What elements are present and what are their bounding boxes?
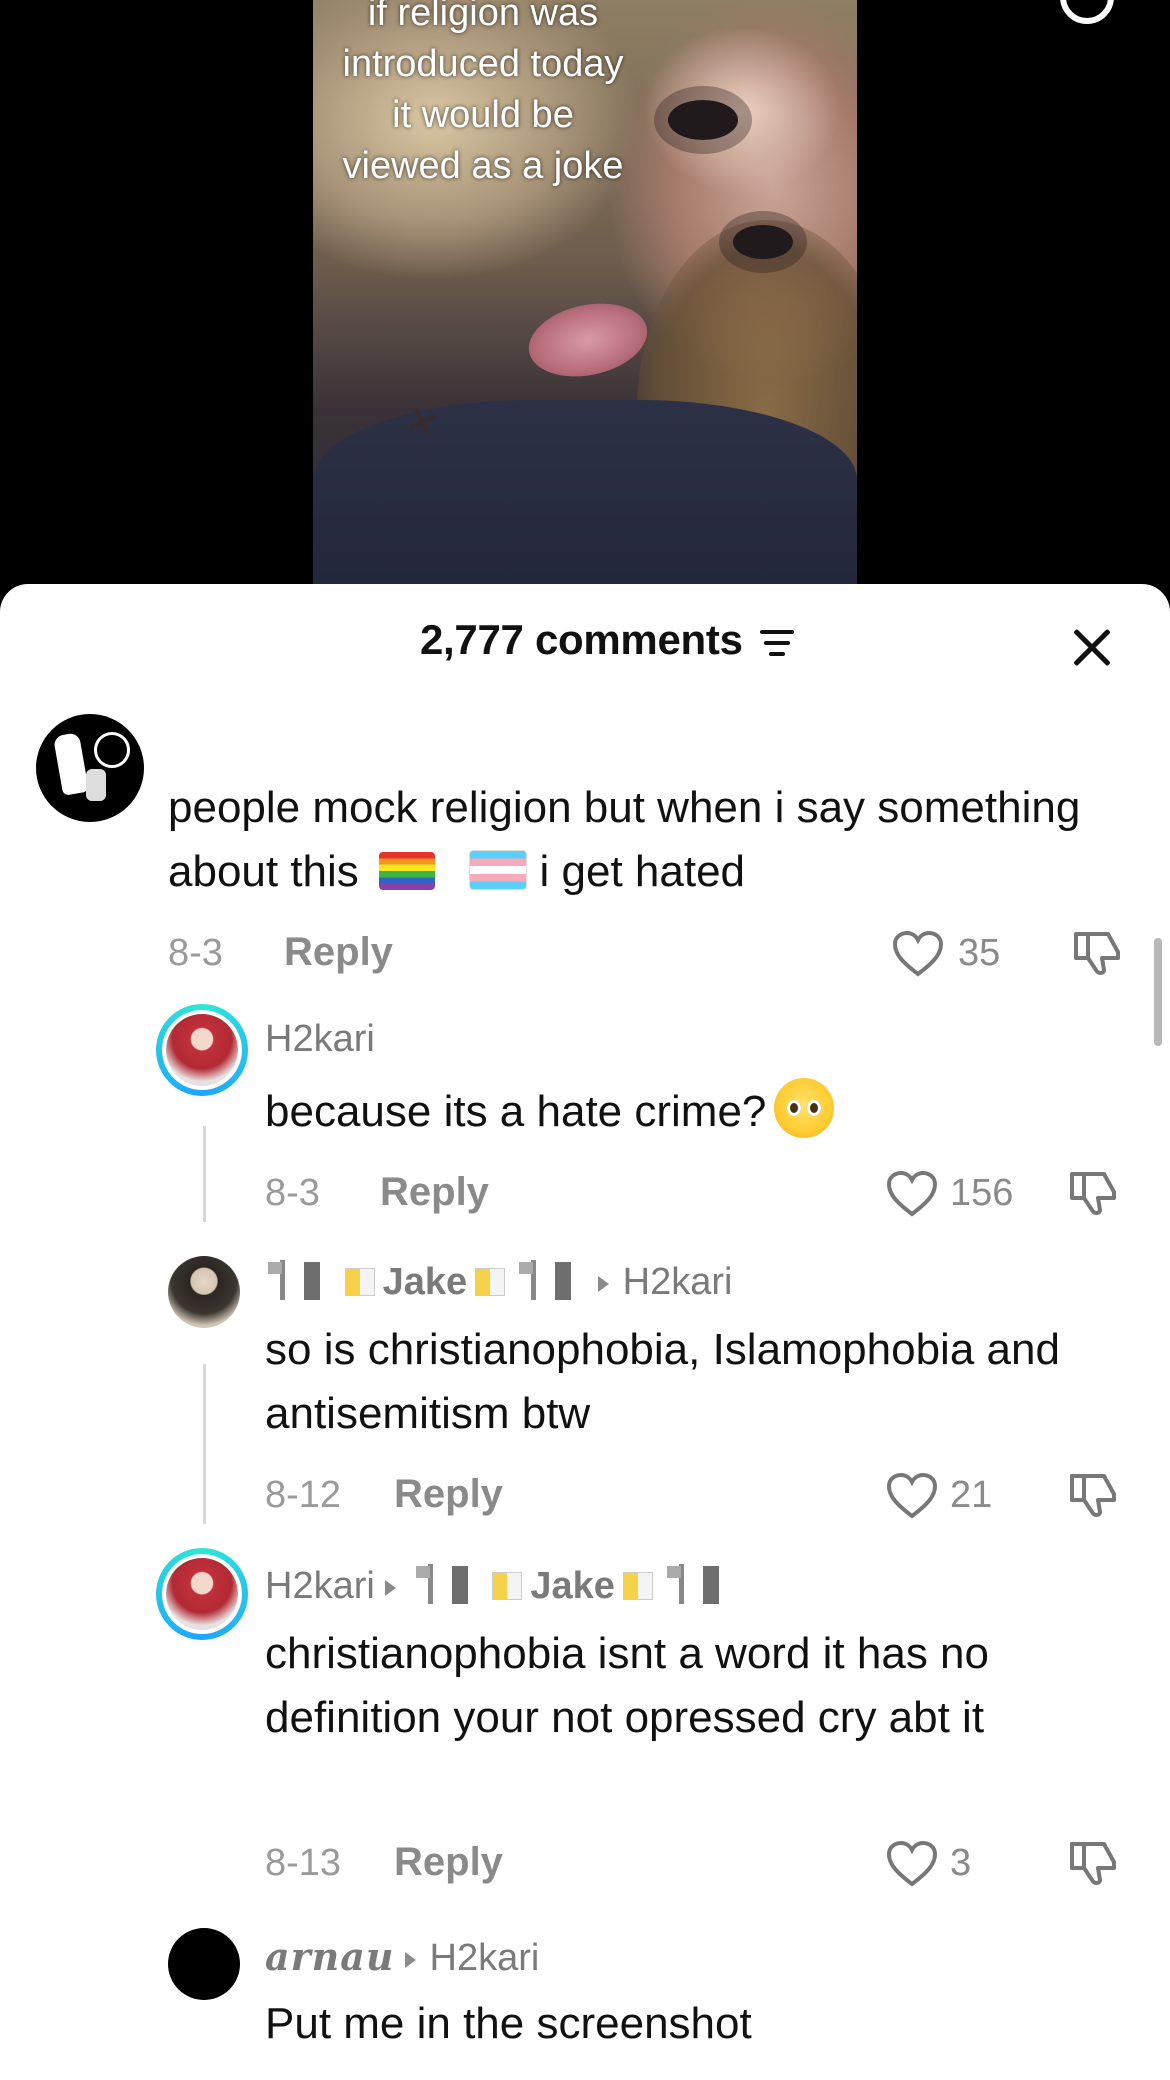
comment-header: arnau H2kari [265,1934,539,1980]
block-icon [451,1566,468,1604]
avatar-detail [94,732,130,768]
comment-header: H2kari Jake [265,1564,725,1608]
vatican-flag-icon [492,1572,523,1600]
vatican-flag-icon [344,1268,375,1296]
heart-outline-icon[interactable] [886,1840,938,1888]
avatar-picture [166,1014,238,1086]
reply-arrow-icon [404,1951,416,1968]
avatar[interactable] [36,714,144,822]
comment-date: 8-13 [265,1842,342,1884]
video-caption-overlay: if religion was introduced today it woul… [342,0,624,187]
video-image-detail [313,400,857,584]
rainbow-flag-icon [379,852,436,890]
reply-arrow-icon [384,1579,396,1596]
axe-icon [666,1564,697,1604]
username[interactable]: Jake [383,1261,468,1303]
like-count: 21 [950,1474,993,1516]
search-icon[interactable] [1060,0,1114,24]
comment-text: christianophobia isnt a word it has no d… [265,1629,989,1742]
reply-to-username[interactable]: H2kari [430,1937,540,1979]
thread-line [203,1364,206,1524]
reply-button[interactable]: Reply [284,930,393,975]
comments-header: 2,777 comments [0,616,1170,666]
pleading-face-emoji-icon [774,1078,835,1138]
comment-count: 2,777 comments [420,616,743,663]
video-image-detail [668,100,738,140]
thumbs-down-icon[interactable] [1068,1168,1120,1216]
axe-icon [268,1260,298,1300]
reply-button[interactable]: Reply [394,1472,503,1517]
video-image-detail [733,225,793,259]
comment-text: because its a hate crime? [265,1078,1145,1144]
avatar-detail [52,732,90,796]
block-icon [555,1262,572,1300]
close-icon[interactable] [1070,626,1114,670]
reply-to-username[interactable]: H2kari [623,1261,733,1303]
like-count: 156 [950,1172,1014,1214]
vatican-flag-icon [475,1268,506,1296]
avatar[interactable] [168,1928,240,2000]
avatar-detail [86,769,106,801]
comment-text: Put me in the screenshot [265,1999,752,2048]
comment-date: 8-3 [265,1172,320,1214]
thumbs-down-icon[interactable] [1068,1470,1120,1518]
username[interactable]: arnau [265,1934,395,1979]
axe-icon [519,1260,549,1300]
scrollbar[interactable] [1154,938,1162,1046]
avatar-picture [166,1558,238,1630]
block-icon [304,1262,320,1300]
heart-outline-icon[interactable] [886,1170,938,1218]
sort-icon[interactable] [760,630,794,658]
thread-line [203,1126,206,1222]
like-count: 3 [950,1842,972,1884]
axe-icon [415,1564,446,1604]
heart-outline-icon[interactable] [892,930,944,978]
comment-date: 8-3 [168,932,223,974]
transgender-flag-icon [469,850,528,890]
avatar[interactable] [156,1548,248,1640]
video-frame[interactable]: × if religion was introduced today it wo… [313,0,857,584]
thumbs-down-icon[interactable] [1068,1838,1120,1886]
thumbs-down-icon[interactable] [1072,928,1124,976]
comment-text-part: because its a hate crime? [265,1087,767,1136]
reply-to-username[interactable]: Jake [530,1565,615,1607]
comment-text-part: i get hated [539,847,746,896]
username[interactable]: H2kari [265,1018,375,1061]
heart-outline-icon[interactable] [886,1472,938,1520]
reply-button[interactable]: Reply [380,1170,489,1215]
avatar[interactable] [168,1256,240,1328]
video-image-detail [522,293,654,387]
block-icon [702,1566,719,1604]
like-count: 35 [958,932,1001,974]
reply-button[interactable]: Reply [394,1840,503,1885]
comment-header: Jake H2kari [262,1260,732,1304]
comment-text: people mock religion but when i say some… [168,776,1128,904]
comment-text: so is christianophobia, Islamophobia and… [265,1325,1060,1438]
avatar[interactable] [156,1004,248,1096]
video-area[interactable]: × if religion was introduced today it wo… [0,0,1170,600]
comment-date: 8-12 [265,1474,342,1516]
username[interactable]: H2kari [265,1565,375,1607]
vatican-flag-icon [622,1572,653,1600]
reply-arrow-icon [597,1275,609,1292]
